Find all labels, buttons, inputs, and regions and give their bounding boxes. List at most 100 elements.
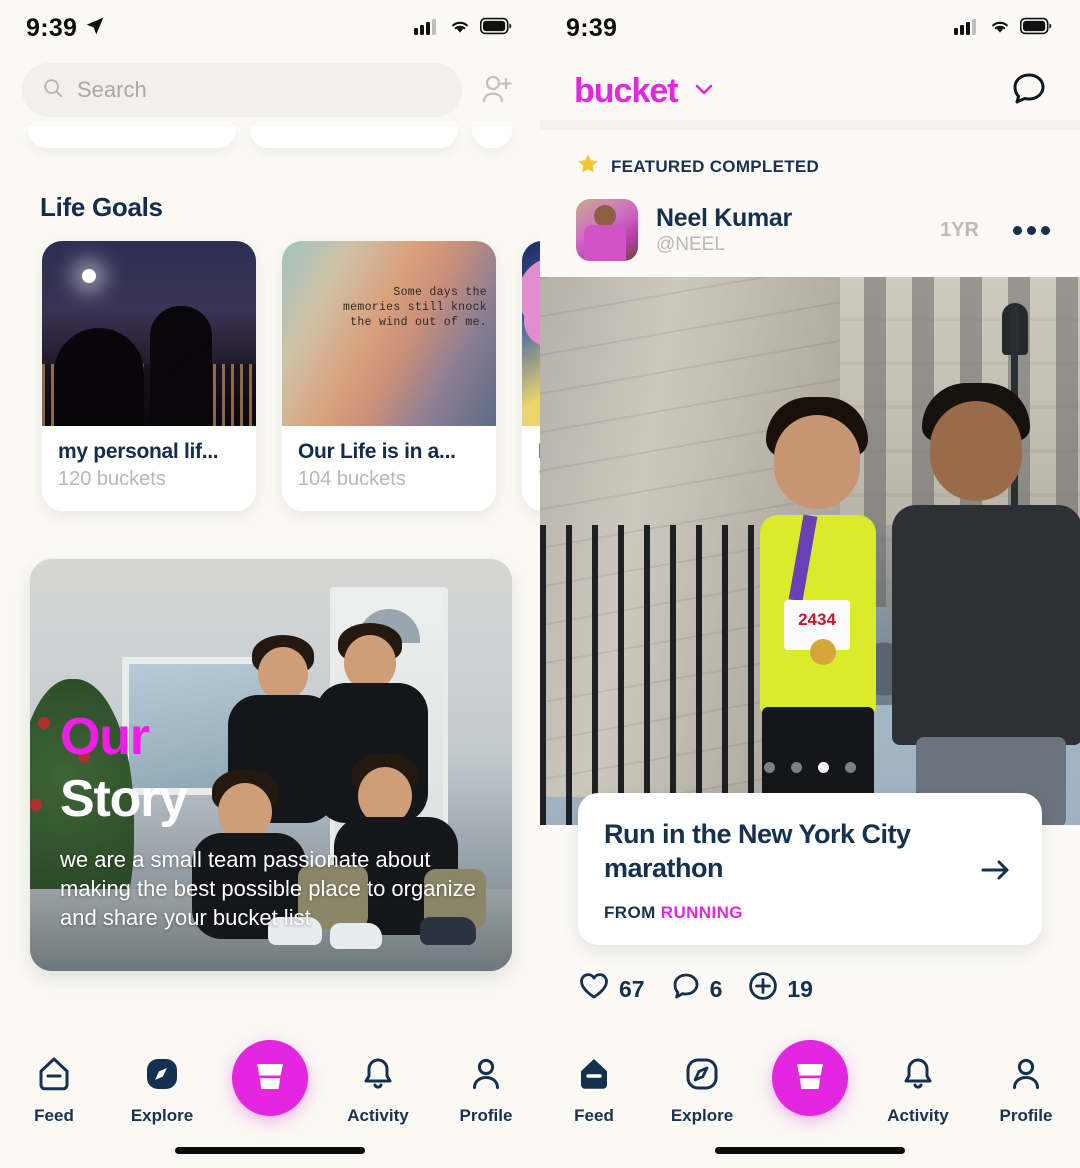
carousel-dot[interactable] xyxy=(764,762,775,773)
author-names[interactable]: Neel Kumar @NEEL xyxy=(656,204,922,256)
app-header: bucket xyxy=(540,56,1080,120)
author-handle: @NEEL xyxy=(656,234,725,255)
bottom-tab-bar-left: Feed Explore Activity Profile xyxy=(0,1040,540,1168)
post-detail-wrap: Run in the New York City marathon FROM R… xyxy=(540,793,1080,945)
from-list-name[interactable]: RUNNING xyxy=(661,903,743,922)
create-bucket-button[interactable] xyxy=(232,1040,308,1116)
tab-label: Activity xyxy=(347,1106,409,1125)
our-story-section: Our Story we are a small team passionate… xyxy=(0,511,540,971)
cellular-signal-icon xyxy=(414,17,440,40)
create-bucket-button-wrap xyxy=(756,1040,864,1116)
carousel-dots[interactable] xyxy=(540,762,1080,773)
bucket-icon xyxy=(249,1055,291,1102)
tab-label: Profile xyxy=(459,1106,513,1125)
status-left-group: 9:39 xyxy=(26,14,105,43)
status-left-group: 9:39 xyxy=(566,14,617,43)
post-photo[interactable]: 2434 xyxy=(540,277,1080,825)
goal-title: my personal lif... xyxy=(58,440,219,463)
featured-badge: FEATURED COMPLETED xyxy=(540,130,1080,181)
post-engagement-row: 67 6 19 xyxy=(540,945,1080,1007)
peek-card xyxy=(250,126,458,148)
post-detail-card[interactable]: Run in the New York City marathon FROM R… xyxy=(578,793,1042,945)
right-phone-screen: 9:39 bucket FEATURED COMPLETED Neel Kuma… xyxy=(540,0,1080,1168)
goal-card[interactable]: my personal lif... 120 buckets xyxy=(42,241,256,511)
more-dots-icon[interactable] xyxy=(1013,225,1050,235)
status-right-group xyxy=(414,17,512,40)
bucket-icon xyxy=(789,1055,831,1102)
thumbnail-quote-text: Some days the memories still knock the w… xyxy=(342,286,487,329)
goal-title: Our Life is in a... xyxy=(298,440,456,463)
bell-icon xyxy=(358,1054,398,1099)
goal-meta: Our Life is in a... 104 buckets xyxy=(282,426,496,511)
app-logo-text: bucket xyxy=(574,71,679,110)
add-action[interactable]: 19 xyxy=(748,971,813,1007)
status-time: 9:39 xyxy=(566,13,618,42)
avatar[interactable] xyxy=(576,199,638,261)
tab-explore[interactable]: Explore xyxy=(108,1054,216,1126)
compass-filled-icon xyxy=(142,1054,182,1099)
carousel-dot[interactable] xyxy=(791,762,802,773)
add-person-icon[interactable] xyxy=(476,74,518,106)
search-row: Search xyxy=(0,56,540,124)
goal-card[interactable]: Some days the memories still knock the w… xyxy=(282,241,496,511)
tab-feed[interactable]: Feed xyxy=(0,1054,108,1126)
featured-label: FEATURED COMPLETED xyxy=(611,156,820,176)
search-input[interactable]: Search xyxy=(22,63,462,117)
header-divider xyxy=(540,120,1080,130)
like-action[interactable]: 67 xyxy=(578,971,645,1007)
arrow-right-icon[interactable] xyxy=(976,855,1016,885)
post-detail-main: Run in the New York City marathon FROM R… xyxy=(604,817,962,923)
tab-profile[interactable]: Profile xyxy=(972,1054,1080,1126)
our-story-card[interactable]: Our Story we are a small team passionate… xyxy=(30,559,512,971)
tab-feed[interactable]: Feed xyxy=(540,1054,648,1126)
flower-decor xyxy=(522,257,540,333)
status-time: 9:39 xyxy=(26,13,78,42)
create-bucket-button[interactable] xyxy=(772,1040,848,1116)
goal-thumbnail-cartoon xyxy=(522,241,540,426)
brand-selector[interactable]: bucket xyxy=(574,72,716,111)
tab-label: Explore xyxy=(670,1106,734,1125)
tab-profile[interactable]: Profile xyxy=(432,1054,540,1126)
person-icon xyxy=(1006,1054,1046,1099)
post-timestamp: 1YR xyxy=(940,218,979,241)
life-goals-carousel[interactable]: my personal lif... 120 buckets Some days… xyxy=(0,241,540,511)
heart-icon xyxy=(578,971,610,1007)
avatar-shirt xyxy=(584,225,626,261)
tab-label: Feed xyxy=(34,1106,74,1125)
status-right-group xyxy=(954,17,1052,40)
scrolled-cards-peek xyxy=(0,126,540,148)
carousel-dot-active[interactable] xyxy=(818,762,829,773)
cellular-signal-icon xyxy=(954,17,980,40)
comment-icon xyxy=(671,971,701,1007)
wifi-icon xyxy=(448,17,472,40)
person-silhouette xyxy=(54,328,144,426)
tab-explore[interactable]: Explore xyxy=(648,1054,756,1126)
battery-icon xyxy=(479,17,512,40)
home-filled-icon xyxy=(574,1054,614,1099)
moon-decor xyxy=(82,269,96,283)
battery-icon xyxy=(1019,17,1052,40)
tab-label: Activity xyxy=(887,1106,949,1125)
status-bar-left: 9:39 xyxy=(0,0,540,56)
like-count: 67 xyxy=(619,975,645,1002)
status-bar-right: 9:39 xyxy=(540,0,1080,56)
home-indicator xyxy=(715,1147,905,1154)
post-from-line: FROM RUNNING xyxy=(604,903,962,923)
tab-activity[interactable]: Activity xyxy=(864,1054,972,1126)
compass-outline-icon xyxy=(682,1054,722,1099)
goal-thumbnail-night-city xyxy=(42,241,256,426)
tab-activity[interactable]: Activity xyxy=(324,1054,432,1126)
story-description: we are a small team passionate about mak… xyxy=(60,847,476,930)
post-author-row: Neel Kumar @NEEL 1YR xyxy=(540,181,1080,277)
goal-meta: my personal lif... 120 buckets xyxy=(42,426,256,511)
comment-action[interactable]: 6 xyxy=(671,971,722,1007)
chevron-down-icon[interactable] xyxy=(692,77,716,106)
chat-bubble-icon[interactable] xyxy=(1010,70,1048,113)
bell-icon xyxy=(898,1054,938,1099)
bottom-tab-bar-right: Feed Explore Activity Profile xyxy=(540,1040,1080,1168)
goal-count: 104 buckets xyxy=(298,468,406,490)
goal-card[interactable]: L 7 xyxy=(522,241,540,511)
create-bucket-button-wrap xyxy=(216,1040,324,1116)
search-icon xyxy=(42,77,64,104)
carousel-dot[interactable] xyxy=(845,762,856,773)
